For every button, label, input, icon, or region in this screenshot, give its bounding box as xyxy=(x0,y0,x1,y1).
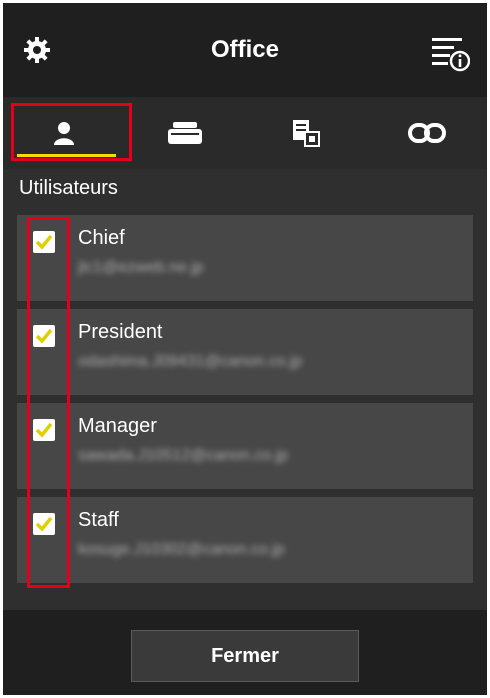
tab-bar xyxy=(3,97,487,169)
user-email: sawada.J10512@canon.co.jp xyxy=(78,447,289,464)
close-button[interactable]: Fermer xyxy=(131,630,359,682)
check-icon xyxy=(35,234,53,250)
user-email: kosuge.J10302@canon.co.jp xyxy=(78,541,285,558)
user-row-president[interactable]: President odashima.J09431@canon.co.jp xyxy=(17,309,473,395)
user-checkbox[interactable] xyxy=(33,513,55,535)
footer-bar: Fermer xyxy=(3,610,487,695)
user-row-manager[interactable]: Manager sawada.J10512@canon.co.jp xyxy=(17,403,473,489)
user-email: odashima.J09431@canon.co.jp xyxy=(78,353,303,370)
info-menu-icon[interactable] xyxy=(430,33,470,73)
printer-icon xyxy=(167,122,202,144)
page-title: Office xyxy=(210,36,279,63)
check-icon xyxy=(35,328,53,344)
user-name: Staff xyxy=(78,509,119,531)
user-checkbox[interactable] xyxy=(33,325,55,347)
user-name: President xyxy=(78,321,163,343)
tab-printers[interactable] xyxy=(124,97,245,169)
check-icon xyxy=(35,422,53,438)
gear-icon[interactable] xyxy=(23,36,51,64)
apps-icon xyxy=(292,120,320,147)
link-icon xyxy=(407,123,446,143)
section-label: Utilisateurs xyxy=(19,177,118,199)
user-icon xyxy=(53,122,74,145)
app-frame: Office Utilisateurs Chief jlc1@ezweb.ne.… xyxy=(3,3,487,695)
header-bar: Office xyxy=(3,3,487,97)
user-name: Manager xyxy=(78,415,157,437)
user-email: jlc1@ezweb.ne.jp xyxy=(78,259,204,276)
tab-users[interactable] xyxy=(3,97,124,169)
user-checkbox[interactable] xyxy=(33,419,55,441)
tab-links[interactable] xyxy=(366,97,487,169)
user-name: Chief xyxy=(78,227,125,249)
user-row-chief[interactable]: Chief jlc1@ezweb.ne.jp xyxy=(17,215,473,301)
user-checkbox[interactable] xyxy=(33,231,55,253)
tab-apps[interactable] xyxy=(245,97,366,169)
check-icon xyxy=(35,516,53,532)
user-row-staff[interactable]: Staff kosuge.J10302@canon.co.jp xyxy=(17,497,473,583)
